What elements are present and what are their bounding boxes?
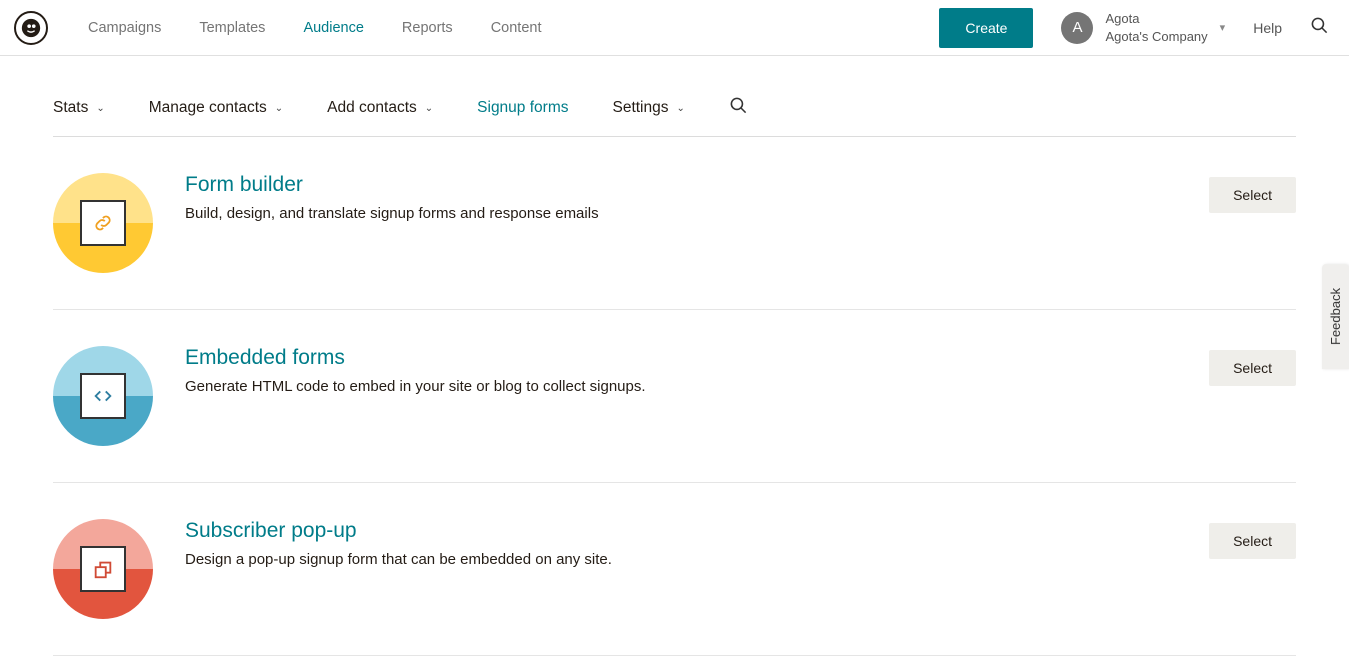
avatar: A	[1061, 12, 1093, 44]
subnav-settings[interactable]: Settings ⌄	[612, 99, 684, 117]
subnav-manage-contacts[interactable]: Manage contacts ⌄	[149, 99, 283, 117]
subnav-signup-forms[interactable]: Signup forms	[477, 99, 568, 117]
chevron-down-icon: ▾	[1220, 21, 1226, 34]
form-builder-title[interactable]: Form builder	[185, 173, 1209, 197]
nav-campaigns[interactable]: Campaigns	[88, 20, 161, 36]
subscriber-popup-desc: Design a pop-up signup form that can be …	[185, 551, 1209, 568]
signup-forms-list: Form builder Build, design, and translat…	[53, 137, 1296, 656]
embedded-forms-desc: Generate HTML code to embed in your site…	[185, 378, 1209, 395]
subnav-add-contacts[interactable]: Add contacts ⌄	[327, 99, 433, 117]
list-item: Form builder Build, design, and translat…	[53, 137, 1296, 310]
list-item: Subscriber pop-up Design a pop-up signup…	[53, 483, 1296, 656]
account-menu[interactable]: A Agota Agota's Company ▾	[1061, 10, 1225, 45]
header-right: Create A Agota Agota's Company ▾ Help	[939, 8, 1329, 48]
search-icon[interactable]	[729, 96, 748, 120]
nav-reports[interactable]: Reports	[402, 20, 453, 36]
main-nav: Campaigns Templates Audience Reports Con…	[88, 20, 541, 36]
help-link[interactable]: Help	[1253, 20, 1282, 36]
logo-icon[interactable]	[14, 11, 48, 45]
top-header: Campaigns Templates Audience Reports Con…	[0, 0, 1349, 56]
embedded-forms-icon	[53, 346, 153, 446]
subnav-signup-label: Signup forms	[477, 99, 568, 117]
account-text: Agota Agota's Company	[1105, 10, 1207, 45]
chevron-down-icon: ⌄	[96, 103, 104, 114]
audience-subnav: Stats ⌄ Manage contacts ⌄ Add contacts ⌄ Si…	[53, 56, 1296, 137]
search-icon[interactable]	[1310, 16, 1329, 40]
select-button[interactable]: Select	[1209, 523, 1296, 559]
select-button[interactable]: Select	[1209, 177, 1296, 213]
chevron-down-icon: ⌄	[425, 103, 433, 114]
select-button[interactable]: Select	[1209, 350, 1296, 386]
subscriber-popup-icon	[53, 519, 153, 619]
subnav-stats-label: Stats	[53, 99, 88, 117]
embedded-forms-title[interactable]: Embedded forms	[185, 346, 1209, 370]
subnav-manage-label: Manage contacts	[149, 99, 267, 117]
form-builder-icon	[53, 173, 153, 273]
subnav-add-label: Add contacts	[327, 99, 417, 117]
create-button[interactable]: Create	[939, 8, 1033, 48]
chevron-down-icon: ⌄	[275, 103, 283, 114]
account-name: Agota	[1105, 10, 1207, 28]
nav-content[interactable]: Content	[491, 20, 542, 36]
chevron-down-icon: ⌄	[677, 103, 685, 114]
form-builder-desc: Build, design, and translate signup form…	[185, 205, 1209, 222]
account-company: Agota's Company	[1105, 28, 1207, 46]
subnav-stats[interactable]: Stats ⌄	[53, 99, 105, 117]
nav-audience[interactable]: Audience	[303, 20, 363, 36]
feedback-tab[interactable]: Feedback	[1322, 264, 1349, 369]
subscriber-popup-title[interactable]: Subscriber pop-up	[185, 519, 1209, 543]
subnav-settings-label: Settings	[612, 99, 668, 117]
nav-templates[interactable]: Templates	[199, 20, 265, 36]
list-item: Embedded forms Generate HTML code to emb…	[53, 310, 1296, 483]
